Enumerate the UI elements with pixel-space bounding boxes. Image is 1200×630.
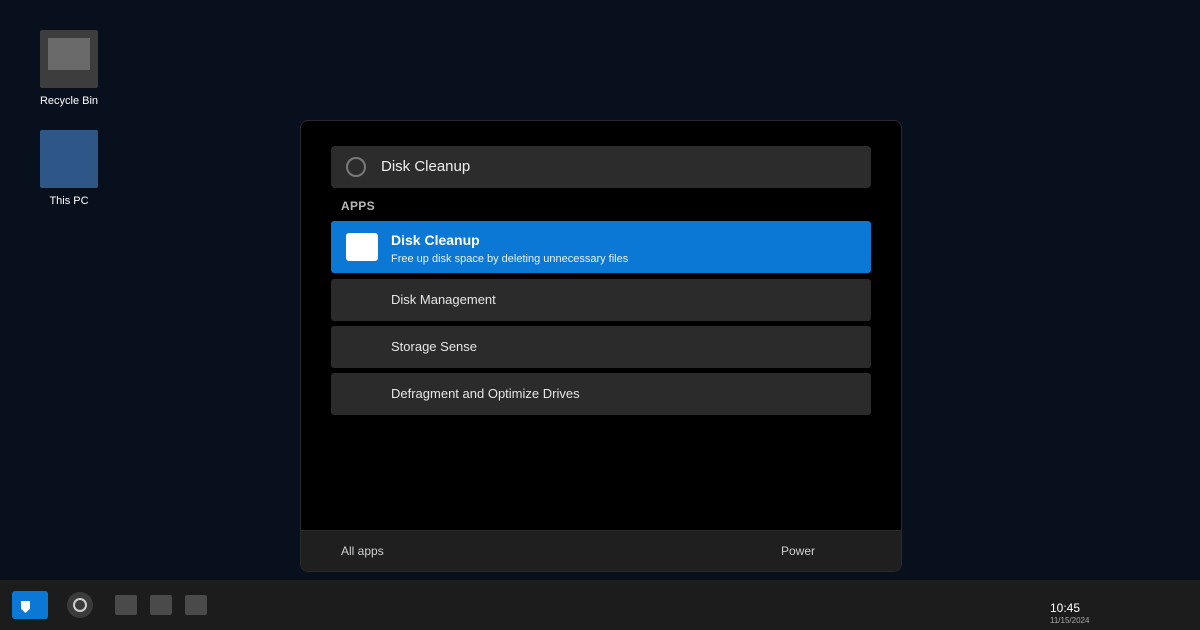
desktop-icon-label: This PC [49, 195, 89, 207]
result-disk-cleanup[interactable]: Disk Cleanup Free up disk space by delet… [331, 221, 871, 273]
taskbar-app-icon[interactable] [185, 595, 207, 615]
taskbar: 10:45 11/15/2024 [0, 580, 1200, 630]
desktop-icon-label: Recycle Bin [39, 95, 99, 107]
result-title: Storage Sense [391, 339, 478, 354]
taskbar-clock[interactable]: 10:45 11/15/2024 [1050, 601, 1170, 627]
search-circle-icon [346, 157, 366, 177]
clock-date: 11/15/2024 [1050, 616, 1090, 625]
result-defragment-drives[interactable]: Defragment and Optimize Drives [331, 373, 871, 415]
search-input-value: Disk Cleanup [381, 158, 471, 175]
result-disk-management[interactable]: Disk Management [331, 279, 871, 321]
result-title: Disk Management [391, 292, 496, 307]
cortana-circle-icon [73, 598, 87, 612]
recycle-bin-icon [40, 30, 98, 88]
start-menu-footer: All apps Power [301, 530, 901, 571]
cortana-button[interactable] [67, 592, 93, 618]
taskbar-app-icon[interactable] [115, 595, 137, 615]
start-menu-panel: Disk Cleanup APPS Disk Cleanup Free up d… [300, 120, 902, 572]
desktop-icon-recycle-bin[interactable]: Recycle Bin [30, 30, 108, 107]
taskbar-app-icon[interactable] [150, 595, 172, 615]
result-description: Free up disk space by deleting unnecessa… [391, 253, 629, 265]
start-shield-icon [21, 601, 30, 613]
desktop-icon-this-pc[interactable]: This PC [30, 130, 108, 207]
result-title: Defragment and Optimize Drives [391, 386, 580, 401]
result-storage-sense[interactable]: Storage Sense [331, 326, 871, 368]
start-button[interactable] [12, 591, 48, 619]
desktop: Recycle Bin This PC Disk Cleanup APPS Di… [0, 0, 1200, 580]
section-label-apps: APPS [341, 199, 375, 213]
all-apps-link[interactable]: All apps [341, 531, 384, 571]
disk-cleanup-app-icon [346, 233, 378, 261]
result-title: Disk Cleanup [391, 232, 480, 248]
power-button[interactable]: Power [781, 531, 815, 571]
search-input[interactable]: Disk Cleanup [331, 146, 871, 188]
clock-time: 10:45 [1050, 601, 1081, 615]
computer-icon [40, 130, 98, 188]
